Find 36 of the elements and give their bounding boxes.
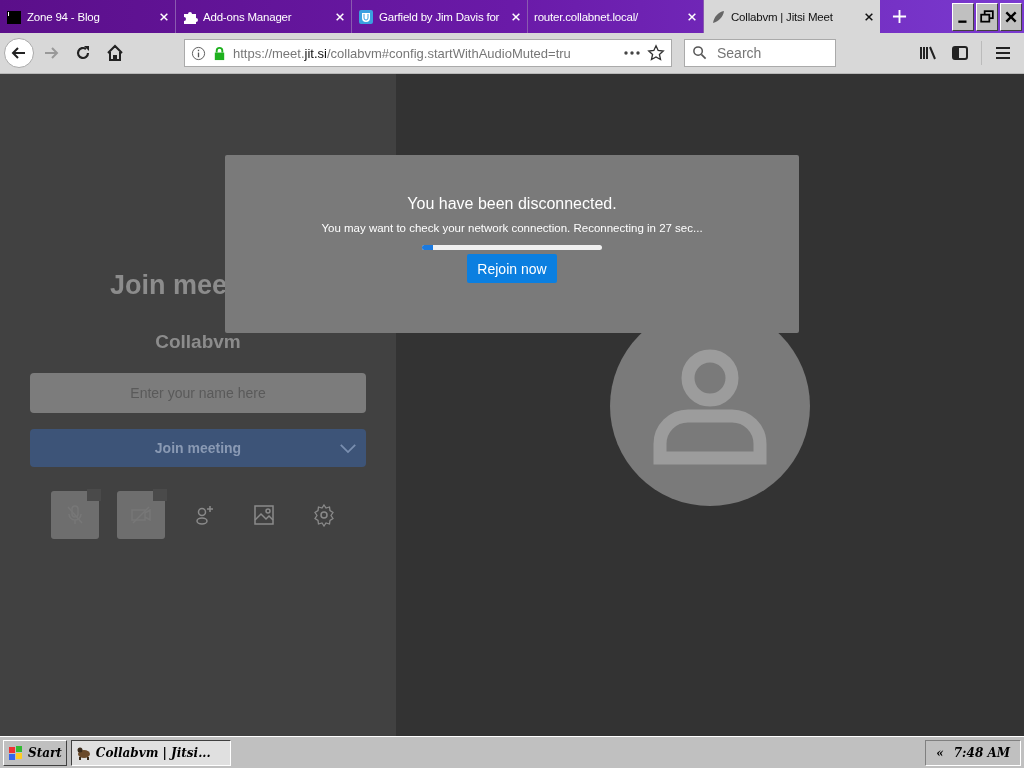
feather-icon bbox=[710, 8, 726, 25]
url-text: https://meet.jit.si/collabvm#config.startWithAudioMuted=tru bbox=[233, 45, 572, 61]
close-icon[interactable] bbox=[864, 11, 874, 22]
more-icon[interactable] bbox=[623, 50, 641, 56]
tab-title: Collabvm | Jitsi Meet bbox=[731, 10, 834, 23]
address-bar[interactable]: https://meet.jit.si/collabvm#config.startWithAudioMuted=tru bbox=[184, 39, 672, 67]
tab-title: Add-ons Manager bbox=[203, 10, 293, 23]
browser-tab[interactable]: Collabvm | Jitsi Meet bbox=[704, 0, 880, 33]
shield-icon bbox=[358, 8, 374, 25]
taskbar-button[interactable]: Collabvm | Jitsi... bbox=[70, 739, 231, 766]
tab-title: Garfield by Jim Davis for bbox=[379, 10, 501, 23]
new-tab-icon[interactable] bbox=[892, 9, 907, 24]
lock-icon bbox=[212, 45, 227, 61]
tab-title: router.collabnet.local/ bbox=[534, 10, 640, 23]
settings-icon[interactable] bbox=[312, 503, 336, 527]
image-icon[interactable] bbox=[252, 503, 276, 527]
dialog-message: You may want to check your network connection. Reconnecting in 27 sec... bbox=[321, 222, 703, 234]
tray-toggle[interactable]: « bbox=[936, 745, 944, 760]
back-icon[interactable] bbox=[4, 38, 34, 68]
page-heading: Join mee bbox=[110, 270, 228, 301]
clock: 7:48 AM bbox=[953, 745, 1010, 760]
site-favicon bbox=[6, 8, 22, 25]
windows-logo-icon bbox=[8, 744, 24, 761]
rejoin-button[interactable]: Rejoin now bbox=[467, 254, 557, 283]
restore-icon[interactable] bbox=[976, 2, 998, 31]
tab-title: Zone 94 - Blog bbox=[27, 10, 101, 23]
start-button[interactable]: Start bbox=[3, 739, 67, 766]
room-name: Collabvm bbox=[155, 331, 241, 353]
info-icon bbox=[191, 45, 206, 61]
camera-toggle[interactable] bbox=[117, 491, 165, 539]
dialog-title: You have been disconnected. bbox=[407, 195, 617, 213]
star-icon[interactable] bbox=[647, 44, 665, 62]
microphone-toggle[interactable] bbox=[51, 491, 99, 539]
minimize-icon[interactable] bbox=[952, 2, 974, 31]
search-icon bbox=[692, 45, 707, 60]
search-field[interactable]: Search bbox=[684, 39, 836, 67]
